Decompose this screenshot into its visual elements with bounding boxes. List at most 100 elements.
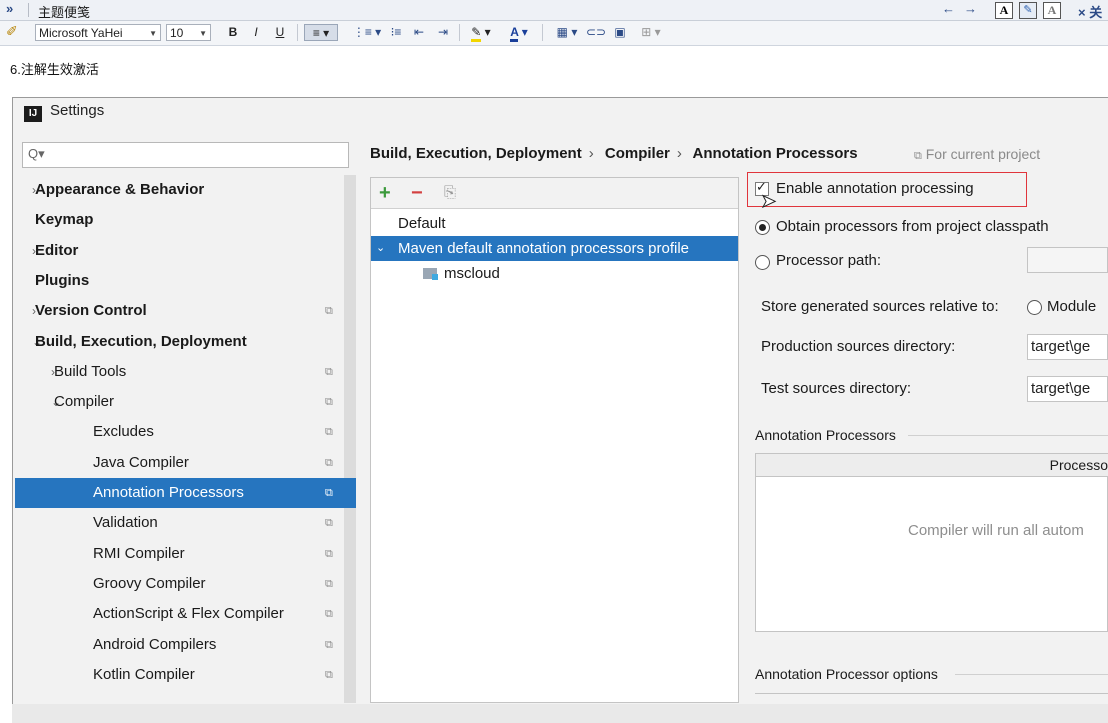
tree-item-label: Kotlin Compiler: [93, 665, 195, 683]
tree-item[interactable]: Keymap: [15, 205, 344, 235]
group-divider: [908, 435, 1108, 436]
divider: [28, 3, 29, 17]
annotation-processors-table[interactable]: [755, 453, 1108, 632]
breadcrumb: Build, Execution, Deployment › Compiler › …: [370, 145, 865, 162]
processor-path-radio[interactable]: [755, 255, 770, 270]
tree-item[interactable]: › Build Tools ⧉: [15, 357, 344, 387]
tree-item-label: Plugins: [35, 271, 90, 289]
tree-scrollbar[interactable]: [344, 175, 356, 703]
tree-item[interactable]: ⌄ Build, Execution, Deployment: [15, 327, 344, 357]
processor-path-label: Processor path:: [776, 252, 882, 269]
empty-table-text: Compiler will run all autom: [908, 522, 1084, 539]
profile-item-maven[interactable]: ⌄ Maven default annotation processors pro…: [371, 236, 738, 261]
tree-item[interactable]: › Editor: [15, 236, 344, 266]
forward-arrow-icon[interactable]: →: [964, 1, 977, 16]
project-scope-icon: ⧉: [325, 638, 333, 651]
profile-label: Default: [398, 215, 446, 232]
settings-search-input[interactable]: Q▾: [22, 142, 349, 168]
breadcrumb-item[interactable]: Build, Execution, Deployment: [370, 145, 582, 162]
image-icon[interactable]: ▣: [611, 24, 629, 41]
table-icon[interactable]: ▦ ▾: [552, 24, 582, 41]
title-bar: » 主题便笺 ← → A ✎ A × 关: [0, 0, 1108, 21]
chevron-down-icon: ▼: [149, 29, 157, 38]
profile-item-module[interactable]: mscloud: [371, 261, 738, 286]
tree-item[interactable]: Validation ⧉: [15, 508, 344, 538]
chevron-down-icon: ▼: [199, 29, 207, 38]
format-painter-icon[interactable]: ✐: [6, 23, 18, 40]
collapse-icon[interactable]: »: [6, 1, 13, 16]
project-scope-icon: ⧉: [325, 487, 333, 499]
edit-pen-icon[interactable]: ✎: [1019, 2, 1037, 19]
store-generated-label: Store generated sources relative to:: [761, 298, 999, 315]
tree-item[interactable]: › Appearance & Behavior: [15, 175, 344, 205]
tree-item[interactable]: ⌄ Compiler ⧉: [15, 387, 344, 417]
tree-item[interactable]: ActionScript & Flex Compiler ⧉: [15, 599, 344, 629]
processor-column-header[interactable]: Processo: [756, 454, 1108, 477]
divider: [542, 24, 543, 41]
link-icon[interactable]: ⊂⊃: [586, 24, 606, 41]
bottom-strip: [12, 704, 1108, 723]
module-label: Module: [1047, 298, 1097, 315]
italic-button[interactable]: I: [249, 24, 263, 41]
move-to-profile-icon[interactable]: ⎘: [444, 178, 456, 208]
tree-item-label: Java Compiler: [93, 453, 189, 471]
indent-icon[interactable]: ⇥: [434, 24, 452, 41]
project-scope-icon: ⧉: [325, 305, 333, 318]
breadcrumb-separator: ›: [588, 145, 594, 162]
tree-item-label: RMI Compiler: [93, 544, 185, 562]
divider: [459, 24, 460, 41]
tree-item[interactable]: Kotlin Compiler ⧉: [15, 660, 344, 690]
obtain-processors-label: Obtain processors from project classpath: [776, 218, 1049, 235]
attachment-icon[interactable]: ⊞ ▾: [636, 24, 666, 41]
font-color-icon[interactable]: A ▾: [504, 24, 534, 42]
project-scope-icon: ⧉: [325, 547, 333, 560]
tree-item-label: Keymap: [35, 211, 94, 229]
tree-item[interactable]: › Version Control ⧉: [15, 296, 344, 326]
tree-item[interactable]: RMI Compiler ⧉: [15, 539, 344, 569]
tree-item-label: Excludes: [93, 423, 154, 441]
test-sources-input[interactable]: target\ge: [1027, 376, 1108, 402]
column-label: Processo: [1049, 457, 1108, 473]
search-icon: Q▾: [28, 146, 45, 161]
project-scope-icon: ⧉: [325, 396, 333, 409]
project-scope-icon: ⧉: [325, 577, 333, 590]
font-select[interactable]: Microsoft YaHei ▼: [35, 24, 161, 41]
tree-item-label: Compiler: [54, 393, 115, 411]
breadcrumb-item[interactable]: Compiler: [605, 145, 670, 162]
close-button[interactable]: × 关: [1078, 2, 1102, 21]
settings-window-title: Settings: [50, 102, 105, 119]
tree-item[interactable]: Excludes ⧉: [15, 417, 344, 447]
tree-item[interactable]: Plugins: [15, 266, 344, 296]
module-radio[interactable]: [1027, 300, 1042, 315]
add-profile-button[interactable]: +: [379, 178, 391, 208]
project-scope-icon: ⧉: [325, 668, 333, 681]
obtain-processors-radio[interactable]: [755, 220, 770, 235]
processor-options-table[interactable]: [755, 693, 1108, 704]
back-arrow-icon[interactable]: ←: [942, 1, 955, 16]
bold-button[interactable]: B: [226, 24, 240, 41]
tree-item[interactable]: Android Compilers ⧉: [15, 630, 344, 660]
highlight-icon[interactable]: ✎ ▾: [466, 24, 496, 42]
tree-item[interactable]: Java Compiler ⧉: [15, 448, 344, 478]
profile-label: mscloud: [444, 265, 500, 282]
remove-profile-button[interactable]: −: [411, 178, 423, 208]
text-style-icon[interactable]: A: [995, 2, 1013, 19]
for-current-project-label: ⧉ For current project: [914, 146, 1040, 163]
tree-item[interactable]: Groovy Compiler ⧉: [15, 569, 344, 599]
tree-item-label: Appearance & Behavior: [35, 181, 205, 198]
project-scope-icon: ⧉: [325, 517, 333, 530]
editor-toolbar: ✐ Microsoft YaHei ▼ 10 ▼ B I U ≡ ▾ ⋮≡ ▾ ⁝≡…: [0, 21, 1108, 46]
font-size-select[interactable]: 10 ▼: [166, 24, 211, 41]
processor-path-field[interactable]: [1027, 247, 1108, 273]
production-sources-input[interactable]: target\ge: [1027, 334, 1108, 360]
align-button[interactable]: ≡ ▾: [304, 24, 338, 41]
bullet-list-icon[interactable]: ⁝≡: [388, 24, 404, 41]
profile-item-default[interactable]: Default: [371, 211, 738, 236]
text-format-icon[interactable]: A: [1043, 2, 1061, 19]
outdent-icon[interactable]: ⇤: [410, 24, 428, 41]
underline-button[interactable]: U: [273, 24, 287, 41]
numbered-list-icon[interactable]: ⋮≡ ▾: [352, 24, 382, 41]
tree-item[interactable]: Annotation Processors ⧉: [15, 478, 356, 508]
font-value: Microsoft YaHei: [39, 26, 123, 40]
profile-label: Maven default annotation processors prof…: [398, 240, 690, 257]
